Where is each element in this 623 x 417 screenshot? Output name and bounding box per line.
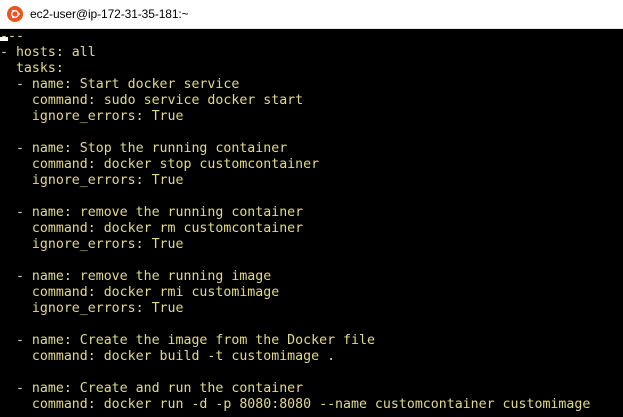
terminal-line: - name: Create the image from the Docker…: [0, 333, 375, 348]
ubuntu-logo-icon: [7, 6, 23, 22]
terminal-line: - name: remove the running container: [0, 205, 304, 220]
terminal-area[interactable]: --- - hosts: all tasks: - name: Start do…: [0, 29, 623, 417]
terminal-line: command: docker rm customcontainer: [0, 221, 304, 236]
terminal-line: command: docker rmi customimage: [0, 285, 280, 300]
terminal-line: ignore_errors: True: [0, 109, 184, 124]
window-title: ec2-user@ip-172-31-35-181:~: [30, 7, 189, 21]
terminal-line: tasks:: [0, 61, 64, 76]
terminal-line: command: docker build -t customimage .: [0, 349, 336, 364]
terminal-line: ignore_errors: True: [0, 301, 184, 316]
terminal-line: - name: remove the running image: [0, 269, 272, 284]
terminal-line: - hosts: all: [0, 45, 96, 60]
terminal-line: command: docker run -d -p 8080:8080 --na…: [0, 397, 591, 412]
window-titlebar[interactable]: ec2-user@ip-172-31-35-181:~: [0, 0, 623, 29]
terminal-line: - name: Start docker service: [0, 77, 240, 92]
terminal-line: - name: Create and run the container: [0, 381, 304, 396]
terminal-line: command: docker stop customcontainer: [0, 157, 320, 172]
terminal-line: ignore_errors: True: [0, 237, 184, 252]
terminal-line: ---: [0, 29, 24, 44]
terminal-line: - name: Stop the running container: [0, 141, 288, 156]
terminal-line: command: sudo service docker start: [0, 93, 304, 108]
terminal-line: ignore_errors: True: [0, 173, 184, 188]
